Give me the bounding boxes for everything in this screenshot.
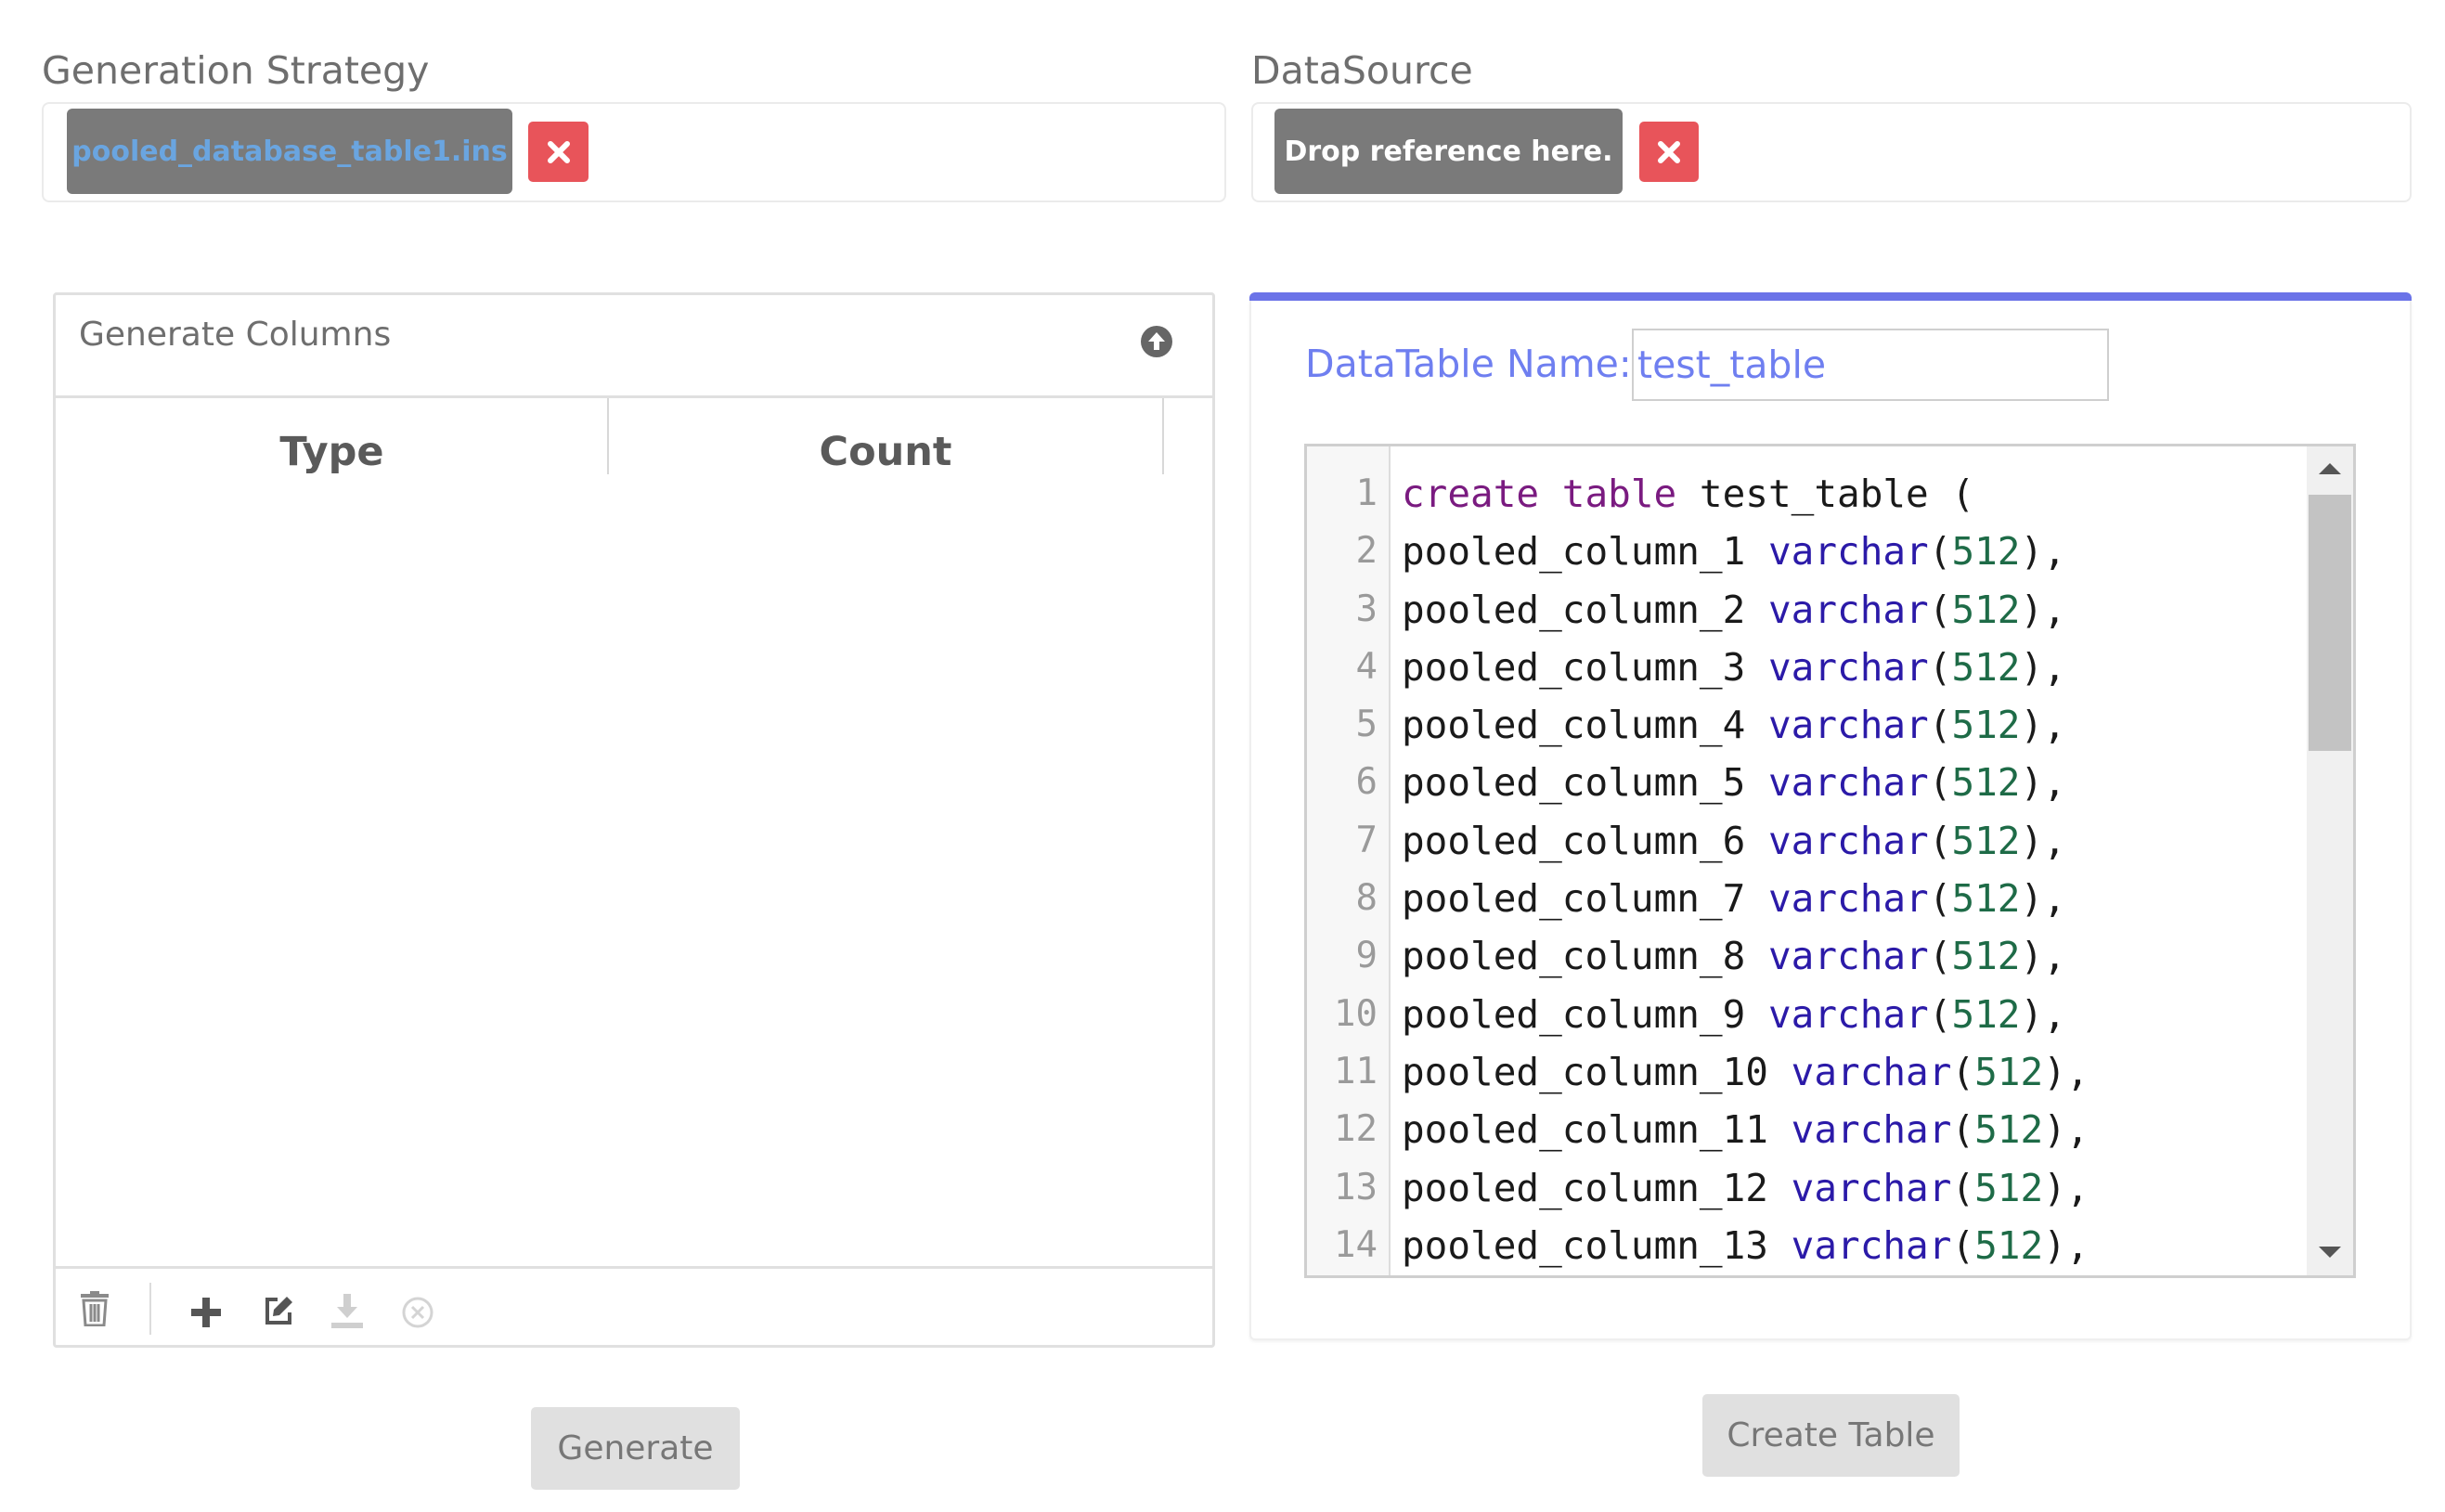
generation-strategy-reference-chip[interactable]: pooled_database_table1.ins: [67, 109, 512, 194]
datatable-accent-bar: [1249, 292, 2412, 301]
line-number: 7: [1355, 819, 1378, 861]
sql-code-line[interactable]: pooled_column_10 varchar(512),: [1402, 1043, 2330, 1101]
remove-datasource-button[interactable]: [1639, 122, 1699, 182]
download-icon: [331, 1294, 363, 1328]
sql-code-line[interactable]: pooled_column_12 varchar(512),: [1402, 1159, 2330, 1217]
sql-code-line[interactable]: pooled_column_6 varchar(512),: [1402, 812, 2330, 870]
sql-code-line[interactable]: pooled_column_3 varchar(512),: [1402, 639, 2330, 696]
remove-generation-strategy-button[interactable]: [528, 122, 589, 182]
datasource-label: DataSource: [1251, 48, 1473, 93]
line-number: 12: [1334, 1108, 1378, 1151]
clear-button[interactable]: [401, 1296, 434, 1329]
line-number: 8: [1355, 877, 1378, 920]
sql-code-line[interactable]: pooled_column_11 varchar(512),: [1402, 1101, 2330, 1158]
generate-columns-title: Generate Columns: [79, 316, 392, 354]
panel-header-divider: [56, 395, 1212, 398]
line-number: 5: [1355, 704, 1378, 746]
trash-icon: [81, 1291, 109, 1326]
editor-scroll-thumb[interactable]: [2309, 495, 2351, 751]
line-number: 1: [1355, 472, 1378, 514]
cancel-circle-icon: [402, 1297, 433, 1328]
sql-editor[interactable]: 1 2 3 4 5 6 7 8 9 10 11 12 13 14 create table test_ta…: [1304, 444, 2356, 1278]
line-number-gutter: 1 2 3 4 5 6 7 8 9 10 11 12 13 14: [1307, 446, 1391, 1275]
generation-strategy-label: Generation Strategy: [42, 48, 430, 93]
line-number: 14: [1334, 1223, 1378, 1266]
import-button[interactable]: [330, 1293, 364, 1330]
line-number: 9: [1355, 935, 1378, 977]
close-icon: [547, 140, 570, 163]
plus-icon: [191, 1298, 221, 1327]
sql-code-line[interactable]: pooled_column_9 varchar(512),: [1402, 986, 2330, 1043]
sql-code-line[interactable]: pooled_column_8 varchar(512),: [1402, 927, 2330, 985]
toolbar-separator: [149, 1283, 151, 1335]
sql-code-line[interactable]: pooled_column_2 varchar(512),: [1402, 581, 2330, 639]
generate-button[interactable]: Generate: [531, 1407, 740, 1490]
sql-code-line[interactable]: pooled_column_4 varchar(512),: [1402, 696, 2330, 754]
sql-code-line[interactable]: pooled_column_13 varchar(512),: [1402, 1217, 2330, 1274]
scroll-down-arrow-icon[interactable]: [2319, 1247, 2341, 1258]
line-number: 10: [1334, 992, 1378, 1035]
sql-code-line[interactable]: pooled_column_1 varchar(512),: [1402, 523, 2330, 580]
sql-code-line[interactable]: pooled_column_5 varchar(512),: [1402, 754, 2330, 811]
line-number: 4: [1355, 645, 1378, 688]
sql-code-line[interactable]: pooled_column_7 varchar(512),: [1402, 870, 2330, 927]
datatable-name-input[interactable]: [1632, 329, 2109, 401]
column-divider: [1162, 398, 1164, 474]
line-number: 3: [1355, 588, 1378, 630]
panel-footer-divider: [56, 1266, 1212, 1269]
datasource-placeholder: Drop reference here.: [1284, 135, 1613, 168]
scroll-up-arrow-icon[interactable]: [2319, 463, 2341, 474]
line-number: 11: [1334, 1050, 1378, 1092]
column-header-count[interactable]: Count: [609, 429, 1162, 475]
edit-icon: [265, 1297, 292, 1325]
line-number: 2: [1355, 530, 1378, 573]
arrow-up-circle-icon: [1141, 326, 1172, 357]
create-table-button[interactable]: Create Table: [1702, 1394, 1960, 1477]
line-number: 13: [1334, 1166, 1378, 1208]
datatable-name-label: DataTable Name:: [1305, 342, 1632, 386]
datasource-reference-chip[interactable]: Drop reference here.: [1274, 109, 1623, 194]
sql-code-area[interactable]: create table test_table (pooled_column_1…: [1402, 465, 2330, 1274]
delete-button[interactable]: [78, 1290, 111, 1327]
collapse-panel-button[interactable]: [1140, 325, 1173, 358]
edit-column-button[interactable]: [261, 1293, 296, 1328]
close-icon: [1658, 140, 1680, 163]
generation-strategy-reference-link[interactable]: pooled_database_table1.ins: [71, 136, 507, 168]
add-column-button[interactable]: [189, 1296, 223, 1329]
line-number: 6: [1355, 761, 1378, 804]
sql-code-line[interactable]: create table test_table (: [1402, 465, 2330, 523]
column-header-type[interactable]: Type: [56, 429, 608, 475]
